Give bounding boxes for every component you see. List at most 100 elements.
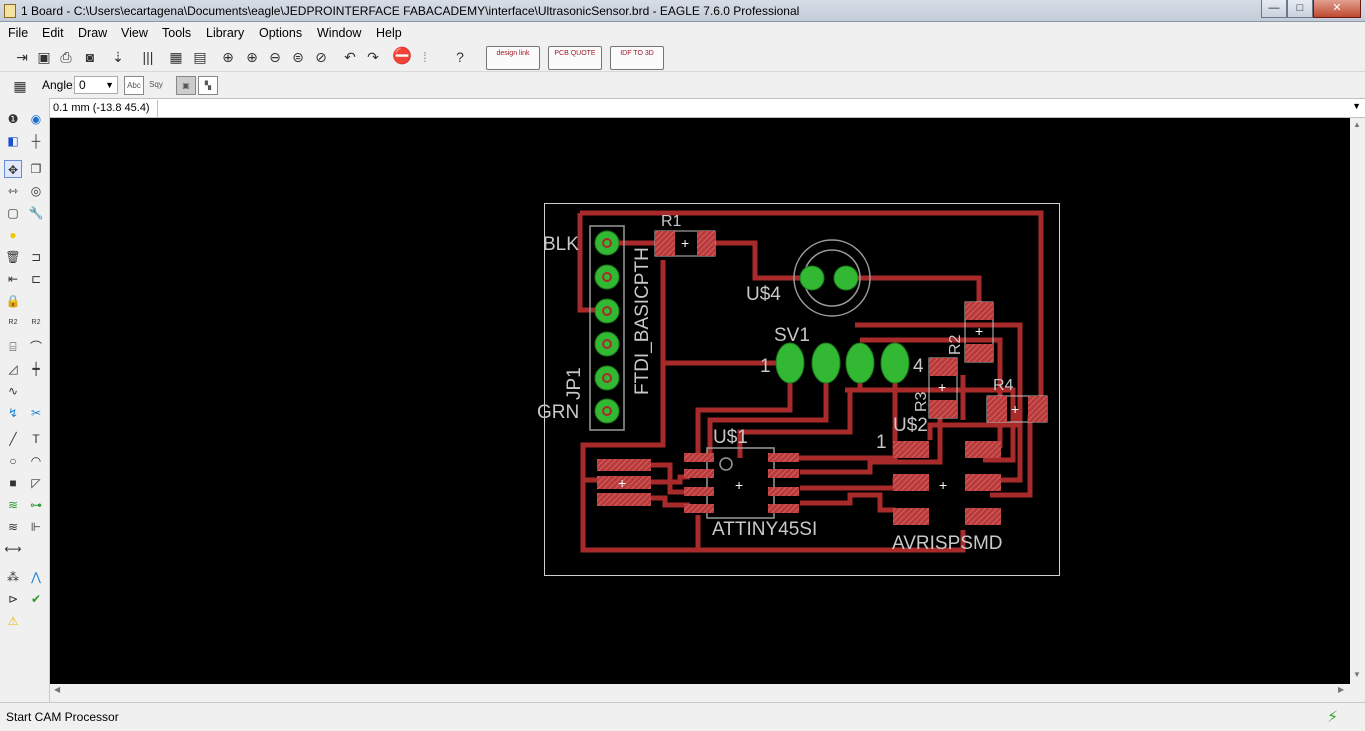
rotate-icon[interactable]: ◎: [27, 182, 45, 200]
optimize-icon[interactable]: ◿: [4, 360, 22, 378]
layout-single-button[interactable]: ▣: [176, 76, 196, 95]
redo-icon[interactable]: ↷: [363, 47, 383, 67]
menu-view[interactable]: View: [121, 26, 148, 40]
miter-icon[interactable]: ⌒: [27, 338, 45, 356]
dimension-icon[interactable]: ⟷: [4, 540, 22, 558]
scroll-down-icon[interactable]: ▼: [1353, 670, 1361, 679]
auto-icon[interactable]: ⋀: [27, 568, 45, 586]
horizontal-scrollbar[interactable]: ◀ ▶: [50, 684, 1350, 698]
copy-icon[interactable]: ❐: [27, 160, 45, 178]
menu-window[interactable]: Window: [317, 26, 361, 40]
r1-part: +: [654, 230, 716, 257]
zoom-fit-icon[interactable]: ⊕: [218, 47, 238, 67]
minimize-button[interactable]: —: [1261, 0, 1287, 18]
text-icon[interactable]: T: [27, 430, 45, 448]
label-jp1: JP1: [564, 367, 585, 400]
save-icon[interactable]: ▣: [34, 47, 54, 67]
vertical-scrollbar[interactable]: ▲ ▼: [1350, 118, 1365, 684]
route-icon[interactable]: ┿: [27, 360, 45, 378]
zoom-select-icon[interactable]: ⊘: [311, 47, 331, 67]
script-icon[interactable]: |||: [138, 47, 158, 67]
lightning-icon[interactable]: ⚡: [1327, 707, 1338, 727]
replace-icon[interactable]: R2: [27, 314, 45, 332]
design-link-button[interactable]: design link: [486, 46, 540, 70]
lock-icon[interactable]: 🔒: [4, 292, 22, 310]
pcb-quote-label: PCB QUOTE: [554, 50, 596, 57]
undo-icon[interactable]: ↶: [340, 47, 360, 67]
print-icon[interactable]: ⎙: [56, 47, 76, 67]
add-icon[interactable]: ⊐: [27, 248, 45, 266]
layer-icon[interactable]: ▤: [190, 47, 210, 67]
label-blk: BLK: [543, 234, 579, 255]
mirror-icon[interactable]: ⇿: [4, 182, 22, 200]
spin-text-button[interactable]: Sqy: [146, 76, 166, 95]
name-icon[interactable]: ⇤: [4, 270, 22, 288]
smash-icon[interactable]: R2: [4, 314, 22, 332]
erc-icon[interactable]: ⊳: [4, 590, 22, 608]
command-input[interactable]: [174, 100, 1344, 117]
meander-icon[interactable]: ∿: [4, 382, 22, 400]
move-icon[interactable]: ✥: [4, 160, 22, 178]
chevron-down-icon[interactable]: ▼: [1352, 101, 1361, 111]
eagle-app-icon: [4, 4, 16, 18]
use-library-icon[interactable]: ⇣: [108, 47, 128, 67]
ripup-icon[interactable]: ↯: [4, 404, 22, 422]
mark-icon[interactable]: ┼: [27, 132, 45, 150]
change-icon[interactable]: 🔧: [27, 204, 45, 222]
display-icon[interactable]: ◧: [4, 132, 22, 150]
ratsnest-icon[interactable]: ⁂: [4, 568, 22, 586]
tool-palette: ❶ ◉ ◧ ┼ ✥ ❐ ⇿ ◎ ▢ 🔧 ● 🗑 ⊐ ⇤ ⊏ 🔒 R2 R2 ⌸ …: [0, 98, 50, 702]
menu-library[interactable]: Library: [206, 26, 244, 40]
zoom-redraw-icon[interactable]: ⊜: [288, 47, 308, 67]
arc-icon[interactable]: ◠: [27, 452, 45, 470]
pcb-quote-button[interactable]: PCB QUOTE: [548, 46, 602, 70]
ulp-icon[interactable]: ▦: [166, 47, 186, 67]
label-attiny: ATTINY45SI: [712, 519, 817, 540]
hole-icon[interactable]: ≋: [4, 518, 22, 536]
board-drawing: + + + + + + + BLK GRN JP1 FTDI_BASICPTH …: [537, 203, 1060, 576]
grid-icon[interactable]: ▦: [10, 76, 30, 96]
menu-options[interactable]: Options: [259, 26, 302, 40]
menu-file[interactable]: File: [8, 26, 28, 40]
cam-icon[interactable]: ◙: [80, 47, 100, 67]
info-icon[interactable]: ❶: [4, 110, 22, 128]
idf-to-3d-button[interactable]: IDF TO 3D: [610, 46, 664, 70]
show-icon[interactable]: ◉: [27, 110, 45, 128]
u1-part: +: [684, 447, 799, 519]
close-button[interactable]: ✕: [1313, 0, 1361, 18]
open-icon[interactable]: ⇥: [12, 47, 32, 67]
value-icon[interactable]: ⊏: [27, 270, 45, 288]
attribute-icon[interactable]: ⊩: [27, 518, 45, 536]
help-icon[interactable]: ?: [450, 47, 470, 67]
go-icon[interactable]: ⁞: [415, 47, 435, 67]
menu-edit[interactable]: Edit: [42, 26, 64, 40]
board-canvas[interactable]: + + + + + + + BLK GRN JP1 FTDI_BASICPTH …: [50, 118, 1350, 684]
wire-icon[interactable]: ╱: [4, 430, 22, 448]
via-icon[interactable]: ≋: [4, 496, 22, 514]
mirror-text-button[interactable]: Abc: [124, 76, 144, 95]
polygon-icon[interactable]: ◸: [27, 474, 45, 492]
maximize-button[interactable]: □: [1287, 0, 1313, 18]
layout-split-button[interactable]: ▚: [198, 76, 218, 95]
stop-icon[interactable]: ⛔: [392, 47, 412, 67]
signal-icon[interactable]: ⊶: [27, 496, 45, 514]
circle-icon[interactable]: ○: [4, 452, 22, 470]
label-r3: R3: [913, 391, 930, 412]
autorouter-icon[interactable]: ✂: [27, 404, 45, 422]
paste-icon[interactable]: ●: [4, 226, 22, 244]
delete-icon[interactable]: 🗑: [4, 248, 22, 266]
group-icon[interactable]: ▢: [4, 204, 22, 222]
scroll-right-icon[interactable]: ▶: [1338, 685, 1344, 694]
errors-icon[interactable]: ⚠: [4, 612, 22, 630]
angle-select[interactable]: 0 ▼: [74, 76, 118, 94]
split-icon[interactable]: ⌸: [4, 338, 22, 356]
drc-icon[interactable]: ✔: [27, 590, 45, 608]
menu-draw[interactable]: Draw: [78, 26, 107, 40]
scroll-up-icon[interactable]: ▲: [1353, 120, 1361, 129]
menu-tools[interactable]: Tools: [162, 26, 191, 40]
menu-help[interactable]: Help: [376, 26, 402, 40]
rect-icon[interactable]: ■: [4, 474, 22, 492]
zoom-out-icon[interactable]: ⊖: [265, 47, 285, 67]
zoom-in-icon[interactable]: ⊕: [242, 47, 262, 67]
scroll-left-icon[interactable]: ◀: [54, 685, 60, 694]
